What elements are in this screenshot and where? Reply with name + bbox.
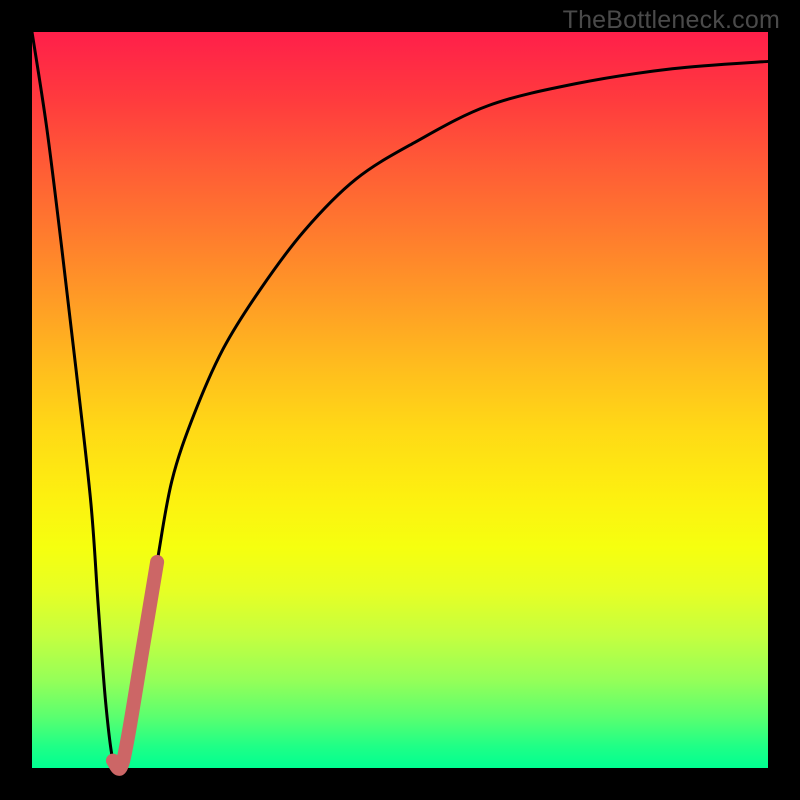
plot-gradient-background — [32, 32, 768, 768]
watermark-text: TheBottleneck.com — [563, 6, 780, 35]
highlight-segment — [113, 562, 157, 769]
chart-svg — [32, 32, 768, 768]
chart-frame: TheBottleneck.com — [0, 0, 800, 800]
